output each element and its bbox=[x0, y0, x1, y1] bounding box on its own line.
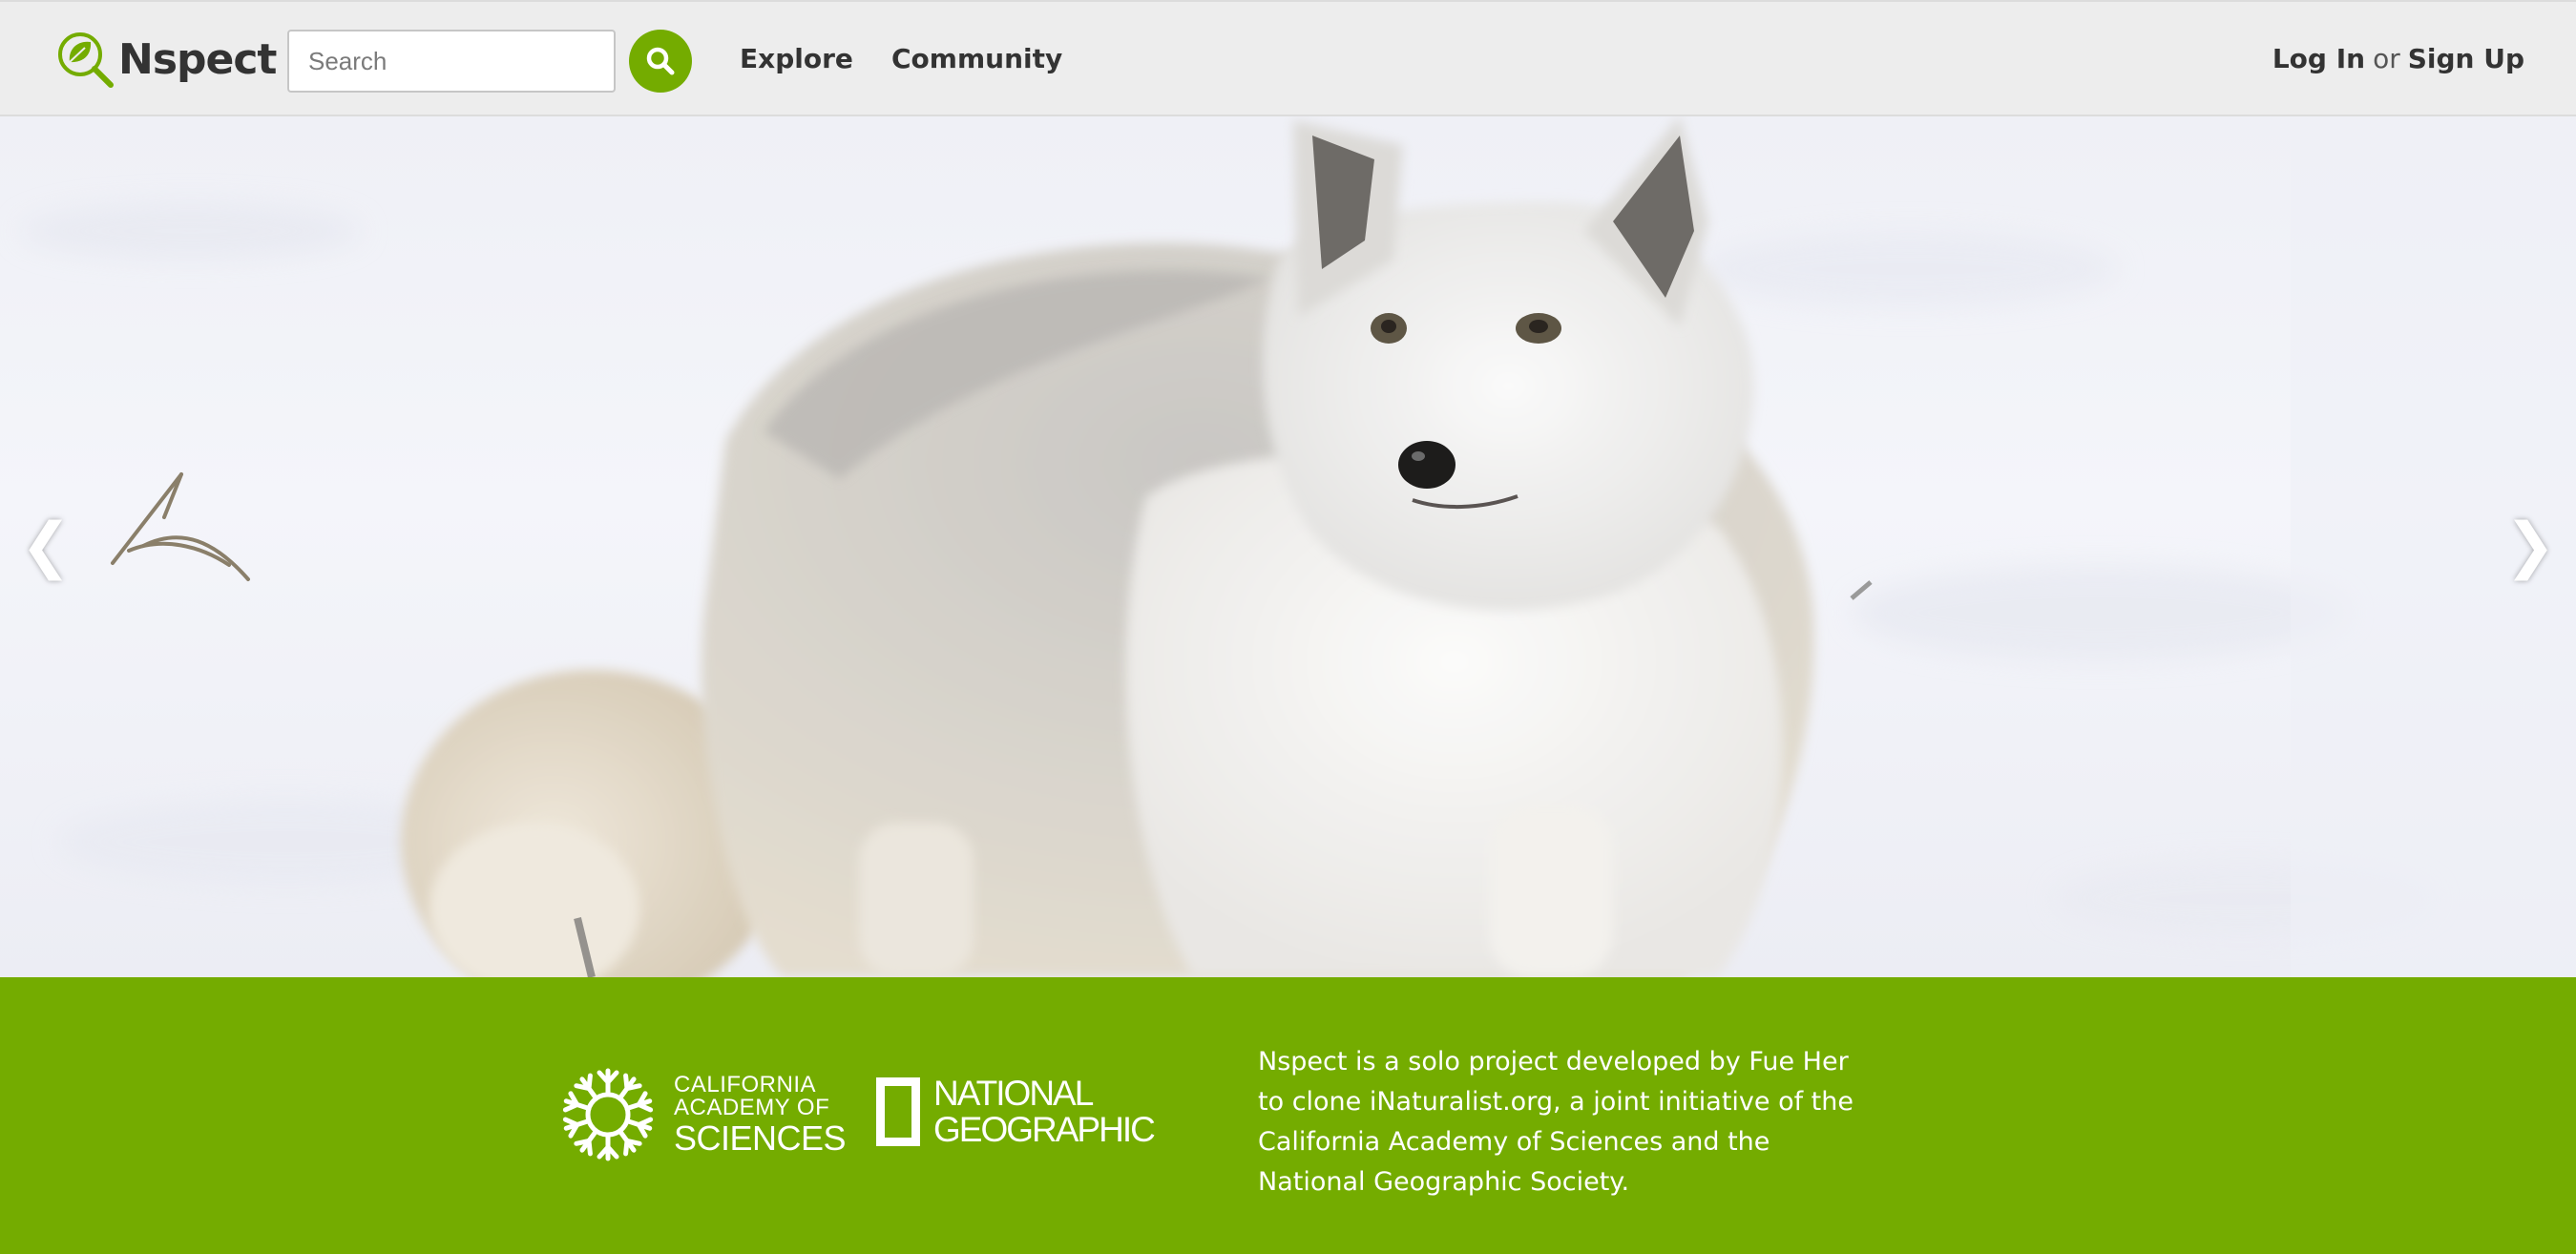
search-button[interactable] bbox=[629, 30, 692, 93]
brand-name: Nspect bbox=[118, 34, 277, 84]
natgeo-line1: NATIONAL bbox=[933, 1074, 1094, 1113]
hero-carousel: ❮ ❯ bbox=[0, 116, 2576, 977]
cas-line1: CALIFORNIA bbox=[674, 1072, 817, 1097]
magnifier-leaf-icon bbox=[58, 32, 114, 88]
cas-snowflake-logo-icon bbox=[557, 1068, 659, 1165]
login-link[interactable]: Log In bbox=[2272, 43, 2365, 74]
natgeo-line2: GEOGRAPHIC bbox=[933, 1110, 1156, 1149]
search-input[interactable] bbox=[287, 30, 616, 93]
site-header: Nspect Explore Community Log In or Sign Up bbox=[0, 0, 2576, 116]
cas-line2: ACADEMY OF bbox=[674, 1095, 830, 1120]
auth-links: Log In or Sign Up bbox=[2272, 40, 2524, 78]
carousel-prev-button[interactable]: ❮ bbox=[17, 503, 74, 589]
natgeo-logo-link[interactable]: NATIONAL GEOGRAPHIC bbox=[876, 1074, 1156, 1149]
cas-line3: SCIENCES bbox=[674, 1118, 847, 1158]
nav-explore-link[interactable]: Explore bbox=[740, 40, 853, 78]
brand-logo-link[interactable]: Nspect bbox=[55, 29, 277, 90]
signup-link[interactable]: Sign Up bbox=[2408, 43, 2524, 74]
natgeo-yellow-border-icon bbox=[876, 1077, 920, 1146]
auth-separator: or bbox=[2373, 43, 2400, 74]
site-footer: CALIFORNIA ACADEMY OF SCIENCES NATIONAL … bbox=[0, 977, 2576, 1254]
cas-logo-link[interactable]: CALIFORNIA ACADEMY OF SCIENCES bbox=[557, 1064, 847, 1165]
arctic-fox-photo bbox=[19, 116, 2576, 977]
carousel-next-button[interactable]: ❯ bbox=[2502, 503, 2559, 589]
about-text: Nspect is a solo project developed by Fu… bbox=[1258, 1047, 1853, 1197]
cas-wordmark: CALIFORNIA ACADEMY OF SCIENCES bbox=[674, 1072, 847, 1158]
natgeo-wordmark: NATIONAL GEOGRAPHIC bbox=[933, 1074, 1156, 1149]
nav-community-link[interactable]: Community bbox=[891, 40, 1062, 78]
search-icon bbox=[646, 47, 675, 75]
